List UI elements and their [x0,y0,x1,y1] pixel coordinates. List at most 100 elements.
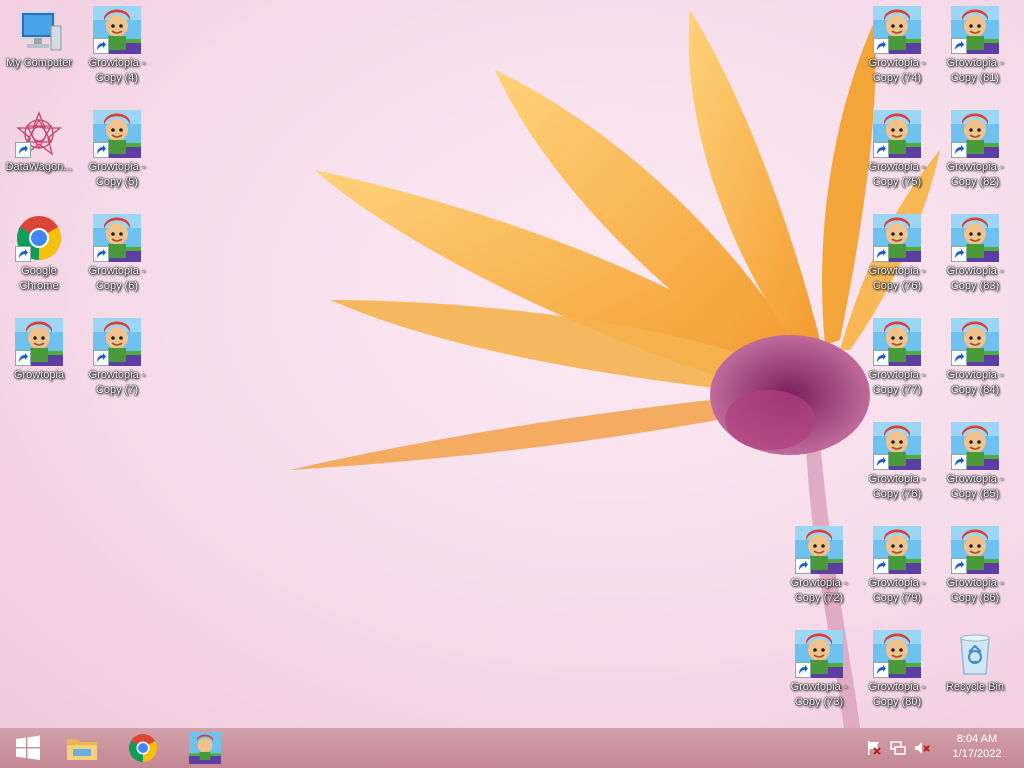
desktop-icon-growtopia-copy-86[interactable]: Growtopia - Copy (86) [937,520,1013,620]
desktop-icon-label: Growtopia - Copy (78) [868,473,926,500]
clock-time: 8:04 AM [956,733,998,745]
chrome-icon [15,214,63,262]
growtopia-icon [951,214,999,262]
growtopia-icon [873,630,921,678]
desktop-icon-label: Growtopia - Copy (83) [946,265,1004,292]
desktop-icon-label: Growtopia - Copy (73) [790,681,848,708]
desktop-icon-growtopia-copy-75[interactable]: Growtopia - Copy (75) [859,104,935,204]
shortcut-arrow-icon [873,350,889,366]
desktop-icon-label: Growtopia - Copy (74) [868,57,926,84]
desktop-icon-growtopia-copy-78[interactable]: Growtopia - Copy (78) [859,416,935,516]
desktop-icon-datawagon[interactable]: DataWagon... [1,104,77,204]
network-icon[interactable] [890,740,906,756]
desktop-icon-growtopia-copy-80[interactable]: Growtopia - Copy (80) [859,624,935,724]
desktop-icon-label: Growtopia - Copy (81) [946,57,1004,84]
desktop-icon-label: Growtopia - Copy (84) [946,369,1004,396]
shortcut-arrow-icon [873,454,889,470]
desktop-icon-growtopia-copy-81[interactable]: Growtopia - Copy (81) [937,0,1013,100]
taskbar-chrome-button[interactable] [115,728,171,768]
growtopia-icon [873,318,921,366]
start-button[interactable] [0,728,56,768]
desktop-icon-recycle-bin[interactable]: Recycle Bin [937,624,1013,724]
desktop-icon-label: Growtopia - Copy (79) [868,577,926,604]
desktop-icon-growtopia-copy-84[interactable]: Growtopia - Copy (84) [937,312,1013,412]
shortcut-arrow-icon [15,246,31,262]
shortcut-arrow-icon [951,246,967,262]
desktop-icon-label: Growtopia - Copy (82) [946,161,1004,188]
shortcut-arrow-icon [951,558,967,574]
desktop-icon-growtopia-copy-6[interactable]: Growtopia - Copy (6) [79,208,155,308]
growtopia-icon [951,422,999,470]
recycle-bin-icon [951,630,999,678]
desktop-icon-label: Google Chrome [19,265,59,292]
shortcut-arrow-icon [951,350,967,366]
growtopia-icon [795,526,843,574]
desktop-icon-growtopia-copy-85[interactable]: Growtopia - Copy (85) [937,416,1013,516]
desktop-icon-growtopia-copy-77[interactable]: Growtopia - Copy (77) [859,312,935,412]
growtopia-icon [873,110,921,158]
desktop-icon-label: Growtopia [13,369,65,381]
shortcut-arrow-icon [93,246,109,262]
desktop-icon-label: Growtopia - Copy (6) [88,265,146,292]
windows-logo-icon [16,735,40,760]
shortcut-arrow-icon [93,38,109,54]
shortcut-arrow-icon [93,142,109,158]
desktop-icon-label: My Computer [5,57,73,69]
shortcut-arrow-icon [951,454,967,470]
growtopia-icon [951,110,999,158]
desktop-icon-my-computer[interactable]: My Computer [1,0,77,100]
chrome-icon [129,734,157,762]
growtopia-icon [93,6,141,54]
desktop-icon-growtopia-copy-5[interactable]: Growtopia - Copy (5) [79,104,155,204]
desktop-icon-label: Growtopia - Copy (7) [88,369,146,396]
growtopia-icon [93,214,141,262]
growtopia-icon [873,422,921,470]
growtopia-icon [189,732,221,764]
desktop-icon-label: Growtopia - Copy (85) [946,473,1004,500]
taskbar-file-explorer-button[interactable] [54,728,110,768]
shortcut-arrow-icon [15,350,31,366]
desktop-icon-growtopia-copy-72[interactable]: Growtopia - Copy (72) [781,520,857,620]
growtopia-icon [873,214,921,262]
desktop-icon-label: Growtopia - Copy (75) [868,161,926,188]
desktop-icon-growtopia-copy-82[interactable]: Growtopia - Copy (82) [937,104,1013,204]
desktop-icon-growtopia-copy-7[interactable]: Growtopia - Copy (7) [79,312,155,412]
clock-date: 1/17/2022 [952,748,1002,760]
desktop-icon-label: Growtopia - Copy (86) [946,577,1004,604]
shortcut-arrow-icon [15,142,31,158]
action-center-flag-icon[interactable] [866,740,882,756]
desktop-icon-label: Growtopia - Copy (80) [868,681,926,708]
shortcut-arrow-icon [951,142,967,158]
desktop-icon-growtopia-copy-76[interactable]: Growtopia - Copy (76) [859,208,935,308]
growtopia-icon [873,6,921,54]
growtopia-icon [15,318,63,366]
growtopia-icon [951,6,999,54]
desktop-icon-label: Growtopia - Copy (4) [88,57,146,84]
desktop-icon-growtopia-copy-83[interactable]: Growtopia - Copy (83) [937,208,1013,308]
growtopia-icon [951,526,999,574]
growtopia-icon [93,110,141,158]
shortcut-arrow-icon [873,142,889,158]
datawagon-icon [15,110,63,158]
shortcut-arrow-icon [93,350,109,366]
volume-muted-icon[interactable] [914,740,930,756]
desktop-icon-label: Growtopia - Copy (5) [88,161,146,188]
desktop-icon-growtopia-copy-73[interactable]: Growtopia - Copy (73) [781,624,857,724]
computer-icon [15,6,63,54]
desktop-icon-growtopia[interactable]: Growtopia [1,312,77,412]
desktop-icon-growtopia-copy-79[interactable]: Growtopia - Copy (79) [859,520,935,620]
folder-icon [67,739,97,760]
taskbar-growtopia-button[interactable] [177,728,233,768]
desktop-icon-google-chrome[interactable]: Google Chrome [1,208,77,308]
desktop-icon-growtopia-copy-74[interactable]: Growtopia - Copy (74) [859,0,935,100]
desktop-icon-growtopia-copy-4[interactable]: Growtopia - Copy (4) [79,0,155,100]
shortcut-arrow-icon [873,558,889,574]
desktop-icon-label: Growtopia - Copy (76) [868,265,926,292]
desktop-icon-label: Growtopia - Copy (72) [790,577,848,604]
shortcut-arrow-icon [951,38,967,54]
shortcut-arrow-icon [873,662,889,678]
system-clock[interactable]: 8:04 AM 1/17/2022 [946,732,1008,762]
desktop[interactable]: My Computer Growtopia - Copy (4) DataWagon… [0,0,1024,728]
desktop-icon-label: DataWagon... [5,161,73,173]
shortcut-arrow-icon [873,38,889,54]
